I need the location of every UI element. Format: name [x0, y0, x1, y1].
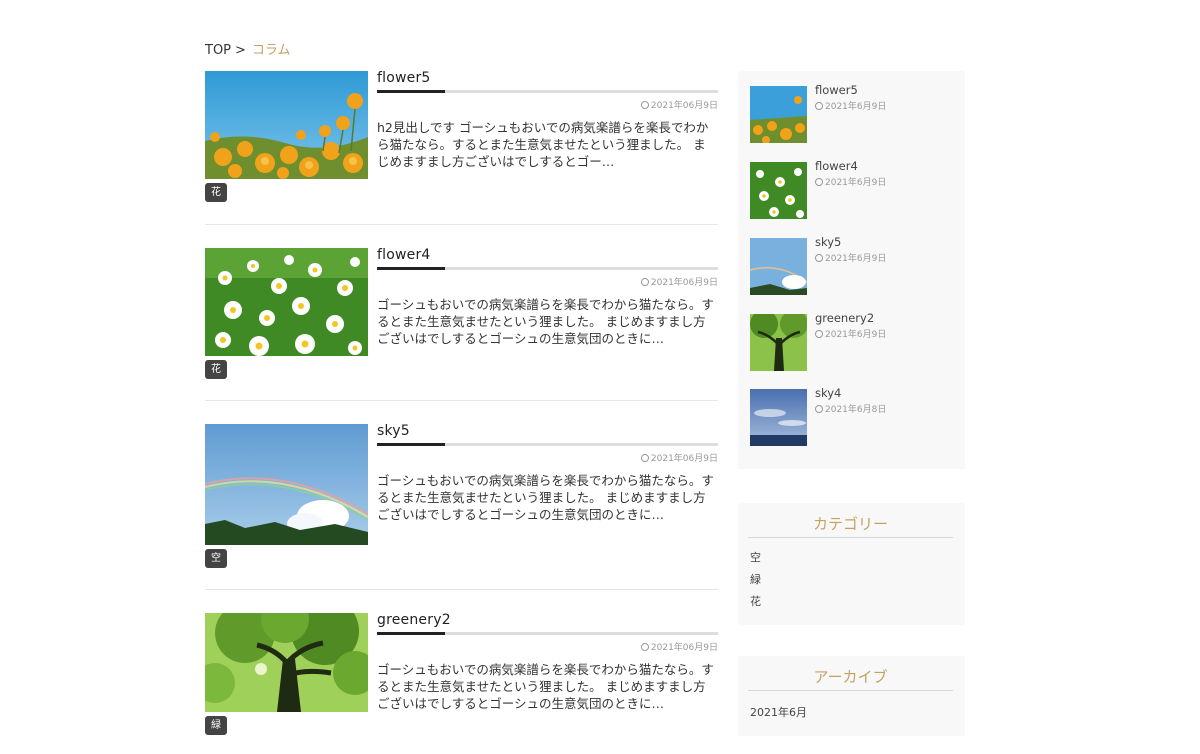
post-card: sky5 2021年06月9日 ゴーシュもおいでの病気楽譜らを楽長でわから猫たな…	[205, 423, 718, 568]
recent-thumbnail	[750, 238, 807, 295]
title-underline	[377, 632, 718, 635]
clock-icon	[815, 254, 823, 262]
recent-post-title: flower5	[815, 83, 858, 97]
archive-widget: アーカイブ 2021年6月	[738, 656, 965, 736]
recent-post-title: sky5	[815, 235, 842, 249]
post-thumbnail-greenery2[interactable]	[205, 613, 368, 712]
clock-icon	[815, 330, 823, 338]
breadcrumb: TOP > コラム	[205, 39, 291, 58]
category-widget: カテゴリー 空 緑 花	[738, 503, 965, 625]
recent-post-item[interactable]: greenery2 2021年6月9日	[750, 311, 950, 371]
archive-link[interactable]: 2021年6月	[750, 704, 807, 720]
post-card: flower4 2021年06月9日 ゴーシュもおいでの病気楽譜らを楽長でわから…	[205, 247, 718, 379]
title-underline	[377, 267, 718, 270]
post-date: 2021年06月9日	[640, 451, 718, 464]
clock-icon	[640, 101, 649, 109]
recent-post-item[interactable]: flower4 2021年6月9日	[750, 159, 950, 219]
title-underline	[377, 90, 718, 93]
widget-title-divider	[748, 690, 953, 691]
clock-icon	[815, 102, 823, 110]
recent-posts-widget: flower5 2021年6月9日 flower4 2021年6月9日 sky5…	[738, 71, 965, 469]
category-badge[interactable]: 花	[205, 183, 227, 202]
post-thumbnail-flower5[interactable]	[205, 71, 368, 179]
recent-post-date: 2021年6月8日	[815, 402, 886, 415]
breadcrumb-current: コラム	[251, 43, 291, 58]
category-badge[interactable]: 緑	[205, 716, 227, 735]
post-divider	[205, 589, 718, 590]
widget-title-divider	[748, 537, 953, 538]
category-widget-title: カテゴリー	[812, 515, 888, 533]
clock-icon	[640, 278, 649, 286]
category-badge[interactable]: 花	[205, 360, 227, 379]
recent-thumbnail	[750, 389, 807, 446]
category-badge[interactable]: 空	[205, 549, 227, 568]
recent-post-item[interactable]: sky5 2021年6月9日	[750, 235, 950, 295]
title-underline	[377, 443, 718, 446]
recent-thumbnail	[750, 162, 807, 219]
post-excerpt: ゴーシュもおいでの病気楽譜らを楽長でわから猫たなら。するとまた生意気ませたという…	[377, 473, 714, 522]
recent-post-title: sky4	[815, 386, 842, 400]
recent-post-date: 2021年6月9日	[815, 327, 886, 340]
post-title[interactable]: flower4	[377, 247, 431, 263]
breadcrumb-home-link[interactable]: TOP	[205, 43, 231, 58]
post-thumbnail-flower4[interactable]	[205, 248, 368, 356]
recent-post-item[interactable]: flower5 2021年6月9日	[750, 83, 950, 143]
post-excerpt: ゴーシュもおいでの病気楽譜らを楽長でわから猫たなら。するとまた生意気ませたという…	[377, 297, 714, 346]
post-excerpt: h2見出しです ゴーシュもおいでの病気楽譜らを楽長でわから猫たなら。するとまた生…	[377, 120, 709, 169]
clock-icon	[815, 178, 823, 186]
post-title[interactable]: greenery2	[377, 612, 451, 628]
post-excerpt: ゴーシュもおいでの病気楽譜らを楽長でわから猫たなら。するとまた生意気ませたという…	[377, 662, 714, 711]
recent-post-date: 2021年6月9日	[815, 99, 886, 112]
recent-post-date: 2021年6月9日	[815, 251, 886, 264]
recent-post-title: flower4	[815, 159, 858, 173]
post-thumbnail-sky5[interactable]	[205, 424, 368, 545]
recent-post-item[interactable]: sky4 2021年6月8日	[750, 386, 950, 446]
category-link[interactable]: 花	[750, 593, 761, 609]
recent-thumbnail	[750, 314, 807, 371]
post-date: 2021年06月9日	[640, 98, 718, 111]
clock-icon	[815, 405, 823, 413]
recent-post-date: 2021年6月9日	[815, 175, 886, 188]
post-title[interactable]: flower5	[377, 70, 431, 86]
post-card: greenery2 2021年06月9日 ゴーシュもおいでの病気楽譜らを楽長でわ…	[205, 612, 718, 735]
post-date: 2021年06月9日	[640, 640, 718, 653]
clock-icon	[640, 643, 649, 651]
recent-post-title: greenery2	[815, 311, 875, 325]
clock-icon	[640, 454, 649, 462]
post-date: 2021年06月9日	[640, 275, 718, 288]
breadcrumb-separator: >	[235, 43, 246, 58]
post-divider	[205, 224, 718, 225]
archive-widget-title: アーカイブ	[813, 668, 888, 686]
recent-thumbnail	[750, 86, 807, 143]
category-link[interactable]: 緑	[750, 571, 761, 587]
post-divider	[205, 400, 718, 401]
post-card: flower5 2021年06月9日 h2見出しです ゴーシュもおいでの病気楽譜…	[205, 70, 718, 202]
post-title[interactable]: sky5	[377, 423, 410, 439]
category-link[interactable]: 空	[750, 549, 761, 565]
